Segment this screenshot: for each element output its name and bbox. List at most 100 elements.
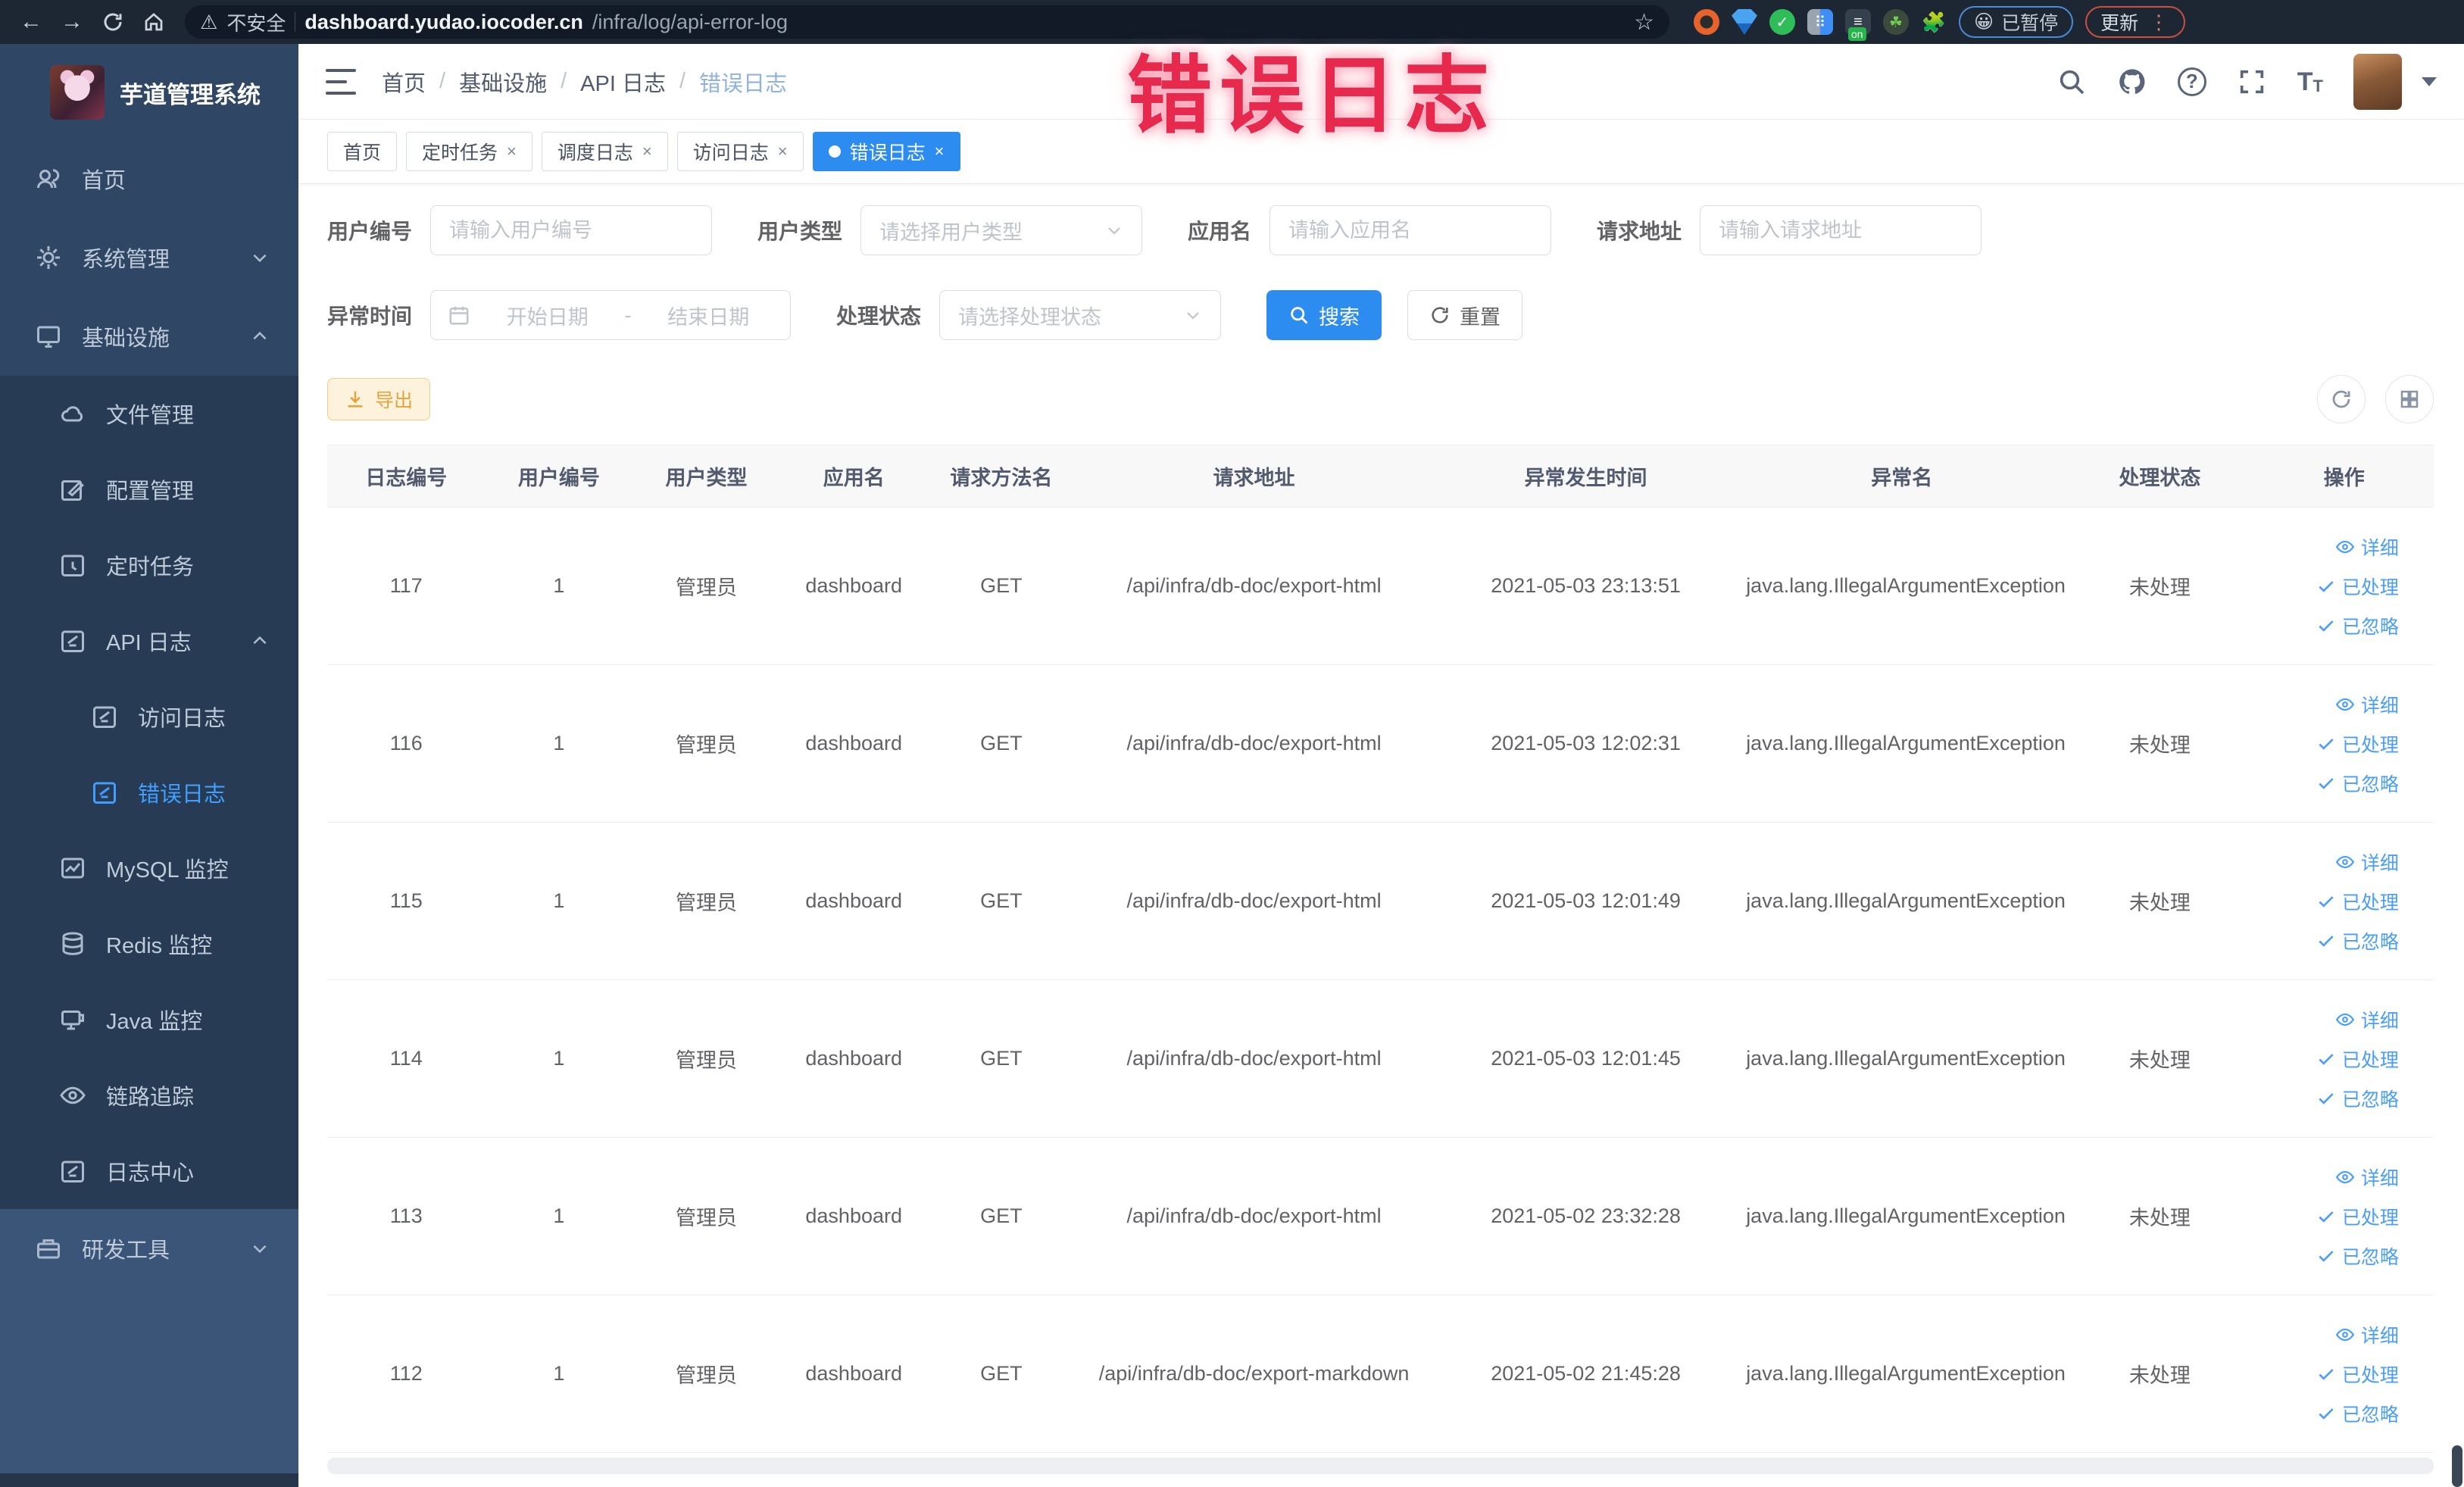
cell-exception: java.lang.IllegalArgumentException	[1746, 1047, 2066, 1070]
browser-home-button[interactable]	[136, 5, 171, 39]
avatar-caret-icon[interactable]	[2422, 77, 2437, 86]
request-url-input[interactable]	[1700, 206, 1982, 255]
sidebar-item-tracing[interactable]: 链路追踪	[0, 1057, 298, 1133]
monitor-icon	[37, 326, 60, 348]
user-id-input[interactable]	[431, 206, 712, 255]
cell-url: /api/infra/db-doc/export-html	[1126, 1204, 1382, 1227]
tag-schedule-log[interactable]: 调度日志 ×	[541, 132, 668, 171]
sidebar-item-system[interactable]: 系统管理	[0, 218, 298, 297]
github-icon[interactable]	[2117, 67, 2147, 97]
extension-icon[interactable]: ≡ on	[1845, 9, 1871, 41]
extension-icon[interactable]: ☘	[1883, 9, 1909, 35]
table-header-row: 日志编号 用户编号 用户类型 应用名 请求方法名 请求地址 异常发生时间 异常名…	[327, 445, 2434, 508]
breadcrumb-home[interactable]: 首页	[382, 66, 426, 98]
sidebar-item-infra[interactable]: 基础设施	[0, 297, 298, 376]
exception-time-range-picker[interactable]: 开始日期 - 结束日期	[430, 290, 792, 340]
col-log-id: 日志编号	[365, 467, 448, 489]
sidebar-item-error-log[interactable]: 错误日志	[0, 754, 298, 830]
column-settings-button[interactable]	[2385, 375, 2434, 423]
tag-access-log[interactable]: 访问日志 ×	[676, 132, 804, 171]
row-action-ignored[interactable]: 已忽略	[2316, 770, 2399, 797]
row-action-detail[interactable]: 详细	[2335, 1321, 2399, 1348]
row-action-detail[interactable]: 详细	[2335, 691, 2399, 718]
row-action-processed[interactable]: 已处理	[2316, 888, 2399, 915]
row-action-ignored[interactable]: 已忽略	[2316, 1242, 2399, 1270]
sidebar-item-dev-tools[interactable]: 研发工具	[0, 1209, 298, 1288]
row-action-ignored[interactable]: 已忽略	[2316, 612, 2399, 639]
sidebar-scrollbar[interactable]	[0, 1473, 298, 1487]
sidebar-item-home[interactable]: 首页	[0, 139, 298, 218]
row-action-detail[interactable]: 详细	[2335, 1164, 2399, 1191]
sidebar-collapse-button[interactable]	[326, 68, 356, 95]
font-size-icon[interactable]: TT	[2297, 69, 2323, 95]
user-type-select[interactable]: 请选择用户类型	[860, 205, 1143, 255]
browser-forward-button[interactable]: →	[55, 5, 89, 39]
page-scrollbar-thumb[interactable]	[2452, 1445, 2462, 1487]
export-button[interactable]: 导出	[327, 378, 431, 420]
sidebar-item-access-log[interactable]: 访问日志	[0, 679, 298, 754]
table-row: 116 1 管理员 dashboard GET /api/infra/db-do…	[327, 665, 2434, 823]
row-action-processed[interactable]: 已处理	[2316, 1203, 2399, 1230]
tag-cron-job[interactable]: 定时任务 ×	[406, 132, 532, 171]
sidebar-item-api-log[interactable]: API 日志	[0, 603, 298, 679]
process-status-select[interactable]: 请选择处理状态	[939, 290, 1222, 340]
tag-error-log[interactable]: 错误日志 ×	[812, 132, 960, 171]
row-action-detail[interactable]: 详细	[2335, 848, 2399, 876]
app-logo-row[interactable]: 芋道管理系统	[0, 44, 298, 139]
paused-extension-pill[interactable]: 😀 已暂停	[1959, 6, 2074, 38]
row-action-detail[interactable]: 详细	[2335, 533, 2399, 561]
help-icon[interactable]: ?	[2177, 67, 2206, 96]
row-action-processed[interactable]: 已处理	[2316, 1360, 2399, 1388]
extension-icon[interactable]: ⠿	[1807, 9, 1833, 35]
row-action-ignored[interactable]: 已忽略	[2316, 927, 2399, 954]
sidebar-item-log-center[interactable]: 日志中心	[0, 1133, 298, 1209]
reset-button[interactable]: 重置	[1407, 290, 1523, 340]
app-name-input[interactable]	[1270, 206, 1551, 255]
date-end-placeholder[interactable]: 结束日期	[644, 301, 774, 330]
close-icon[interactable]: ×	[778, 142, 788, 161]
date-start-placeholder[interactable]: 开始日期	[482, 301, 613, 330]
refresh-table-button[interactable]	[2317, 375, 2366, 423]
cell-exception: java.lang.IllegalArgumentException	[1746, 574, 2066, 597]
cell-status: 未处理	[2128, 1207, 2191, 1229]
close-icon[interactable]: ×	[935, 142, 945, 161]
chevron-down-icon	[1108, 227, 1120, 235]
row-action-processed[interactable]: 已处理	[2316, 1045, 2399, 1073]
timer-icon	[61, 555, 84, 576]
close-icon[interactable]: ×	[507, 142, 517, 161]
cell-status: 未处理	[2128, 1049, 2191, 1072]
browser-back-button[interactable]: ←	[14, 5, 48, 39]
row-action-processed[interactable]: 已处理	[2316, 573, 2399, 600]
browser-update-button[interactable]: 更新 ⋮	[2085, 6, 2186, 38]
row-action-ignored[interactable]: 已忽略	[2316, 1400, 2399, 1427]
sidebar-item-cron-job[interactable]: 定时任务	[0, 527, 298, 603]
row-action-detail[interactable]: 详细	[2335, 1006, 2399, 1033]
extension-icon[interactable]: ✓	[1769, 9, 1795, 35]
bookmark-star-icon[interactable]: ☆	[1634, 9, 1654, 36]
filter-row-2: 异常时间 开始日期 - 结束日期 处理状态 请选择处理状态 搜索 重置	[327, 290, 2434, 340]
breadcrumb-infra[interactable]: 基础设施	[459, 66, 547, 98]
browser-reload-button[interactable]	[95, 5, 130, 39]
sidebar-item-java-monitor[interactable]: Java 监控	[0, 982, 298, 1057]
sidebar-item-file-manage[interactable]: 文件管理	[0, 376, 298, 451]
tag-home[interactable]: 首页	[327, 132, 398, 171]
extensions-puzzle-icon[interactable]: 🧩	[1921, 9, 1947, 35]
sidebar-item-config-manage[interactable]: 配置管理	[0, 451, 298, 527]
row-action-ignored[interactable]: 已忽略	[2316, 1085, 2399, 1112]
search-button[interactable]: 搜索	[1266, 290, 1382, 340]
browser-menu-kebab-icon[interactable]: ⋮	[2149, 11, 2170, 34]
row-action-processed[interactable]: 已处理	[2316, 730, 2399, 758]
sidebar-item-redis-monitor[interactable]: Redis 监控	[0, 906, 298, 982]
sidebar-item-mysql-monitor[interactable]: MySQL 监控	[0, 830, 298, 906]
user-avatar[interactable]	[2353, 53, 2402, 110]
eye-icon	[2335, 698, 2354, 711]
check-icon	[2319, 935, 2334, 947]
breadcrumb-api-log[interactable]: API 日志	[580, 66, 666, 98]
search-icon[interactable]	[2056, 67, 2087, 97]
extension-icon[interactable]	[1732, 9, 1757, 35]
fullscreen-icon[interactable]	[2237, 67, 2267, 97]
close-icon[interactable]: ×	[642, 142, 652, 161]
table-horizontal-scrollbar[interactable]	[327, 1457, 2434, 1474]
extension-icon[interactable]	[1694, 9, 1719, 35]
chevron-up-icon	[253, 331, 267, 340]
